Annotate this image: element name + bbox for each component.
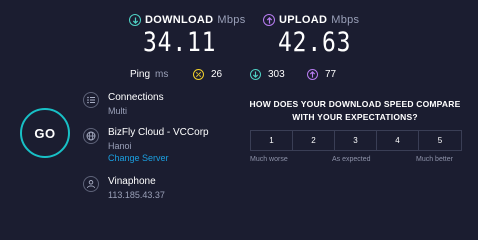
connections-icon	[83, 92, 99, 108]
upload-label: UPLOAD	[279, 14, 328, 26]
connections-title: Connections	[108, 92, 164, 103]
ping-download-value: 303	[268, 69, 285, 80]
download-header: DOWNLOAD Mbps	[129, 14, 246, 26]
upload-header: UPLOAD Mbps	[263, 14, 359, 26]
change-server-link[interactable]: Change Server	[108, 153, 209, 163]
provider-info: Vinaphone 113.185.43.37	[108, 176, 165, 200]
download-latency-icon	[250, 69, 261, 80]
provider-ip: 113.185.43.37	[108, 190, 165, 200]
rating-mid-label: As expected	[332, 156, 371, 163]
rating-low-label: Much worse	[250, 156, 288, 163]
download-speed-value: 34.11	[143, 27, 217, 58]
ping-label-group: Ping ms	[130, 69, 168, 80]
go-button-label: GO	[34, 125, 56, 141]
rating-scale: 1 2 3 4 5	[250, 130, 462, 151]
connections-info: Connections Multi	[108, 92, 164, 116]
upload-arrow-icon	[263, 14, 275, 26]
download-arrow-icon	[129, 14, 141, 26]
ping-upload: 77	[307, 69, 336, 80]
download-unit: Mbps	[217, 14, 246, 26]
user-icon	[83, 176, 99, 192]
provider-name: Vinaphone	[108, 176, 156, 187]
upload-speed-value: 42.63	[278, 27, 352, 58]
ping-upload-value: 77	[325, 69, 337, 80]
download-label: DOWNLOAD	[145, 14, 214, 26]
rating-high-label: Much better	[416, 156, 453, 163]
upload-unit: Mbps	[331, 14, 360, 26]
rating-option-4[interactable]: 4	[377, 131, 419, 150]
ping-unit: ms	[155, 69, 169, 80]
survey-question: HOW DOES YOUR DOWNLOAD SPEED COMPARE WIT…	[248, 98, 462, 124]
rating-option-5[interactable]: 5	[419, 131, 461, 150]
rating-option-2[interactable]: 2	[293, 131, 335, 150]
rating-option-1[interactable]: 1	[251, 131, 293, 150]
rating-option-3[interactable]: 3	[335, 131, 377, 150]
server-name: BizFly Cloud - VCCorp	[108, 127, 209, 138]
globe-icon	[83, 128, 99, 144]
survey-question-line1: HOW DOES YOUR DOWNLOAD SPEED COMPARE	[249, 99, 461, 109]
ping-idle-value: 26	[211, 69, 223, 80]
idle-latency-icon	[193, 69, 204, 80]
ping-download: 303	[250, 69, 285, 80]
server-info: BizFly Cloud - VCCorp Hanoi Change Serve…	[108, 127, 209, 163]
ping-idle: 26	[193, 69, 222, 80]
connections-mode: Multi	[108, 106, 128, 116]
survey-question-line2: WITH YOUR EXPECTATIONS?	[292, 112, 418, 122]
server-location: Hanoi	[108, 141, 132, 151]
go-button[interactable]: GO	[20, 108, 70, 158]
ping-label: Ping	[130, 69, 151, 80]
upload-latency-icon	[307, 69, 318, 80]
